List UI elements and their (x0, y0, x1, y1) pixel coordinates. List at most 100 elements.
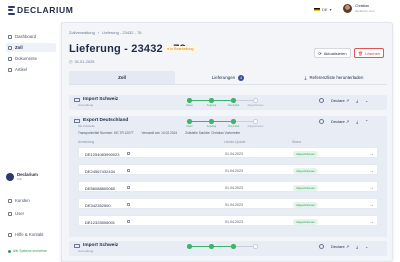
breadcrumb-root[interactable]: Zollverwaltung (69, 30, 95, 35)
shipment-card-import-2[interactable]: Import Schweiz Anmeldung Declare ↗ ⤓ ⌄ (69, 241, 387, 256)
avatar (343, 4, 352, 13)
step-dot (209, 244, 214, 249)
last-update: 01.04.2023 (225, 168, 243, 173)
last-update: 01.04.2023 (225, 185, 243, 190)
step-dot (253, 119, 258, 124)
declare-button[interactable]: Declare ↗ (331, 119, 349, 124)
copy-icon[interactable] (127, 185, 130, 190)
declaration-id: DE342352500 (85, 202, 111, 208)
declare-label: Declare (331, 98, 345, 103)
declaration-id: DE56088800060 (85, 185, 116, 191)
card-header[interactable]: Import Schweiz Anmeldung Daten Angelegt … (69, 95, 387, 108)
progress-line-pending (233, 100, 255, 101)
user-menu[interactable]: Christian declarium.com (343, 4, 375, 13)
card-header[interactable]: Export Deutschland DE Zollstelle Daten A… (69, 116, 387, 129)
user-icon (8, 211, 12, 216)
column-header: Status (292, 140, 302, 144)
download-icon[interactable]: ⤓ (356, 98, 358, 103)
language-switcher[interactable]: DE ▾ (314, 7, 332, 12)
download-icon[interactable]: ⤓ (356, 244, 358, 249)
table-row[interactable]: DE12325506001 01.04.2023 Abgeschlossen → (78, 215, 378, 226)
step-label: Abgeschlossen (247, 124, 264, 128)
declare-button[interactable]: Declare ↗ (331, 244, 349, 249)
system-status: Alle Systeme erreichbar (8, 249, 47, 253)
declaration-id: DE24567432434 (85, 168, 116, 174)
sidebar-item-help[interactable]: Hilfe & Kontakt (6, 230, 56, 239)
step-label: Übermittelt (227, 124, 240, 128)
system-status-label: Alle Systeme erreichbar (13, 249, 47, 253)
sidebar-item-zoll[interactable]: Zoll (6, 43, 56, 52)
sidebar-item-artikel[interactable]: Artikel (6, 65, 56, 74)
clock-icon: ◷ (69, 59, 73, 64)
download-icon[interactable]: ⤓ (356, 119, 358, 124)
copy-icon[interactable] (127, 219, 130, 224)
copy-icon[interactable] (127, 168, 130, 173)
trash-icon: 🗑 (357, 50, 363, 56)
arrow-right-icon[interactable]: → (369, 202, 374, 208)
declaration-id: DE12325506001 (85, 219, 116, 225)
progress-line-pending (233, 121, 255, 122)
customs-icon (8, 45, 12, 50)
status-dot-icon (8, 249, 11, 253)
info-icon[interactable] (319, 244, 324, 249)
customers-icon (8, 198, 12, 203)
logo[interactable]: DECLARIUM (8, 5, 73, 15)
sidebar-item-label: User (15, 211, 25, 216)
sidebar-item-kunden[interactable]: Kunden (6, 196, 56, 205)
logo-text: DECLARIUM (17, 5, 74, 15)
shipment-card-import[interactable]: Import Schweiz Anmeldung Daten Angelegt … (69, 95, 387, 110)
sidebar-item-dashboard[interactable]: Dashboard (6, 32, 56, 41)
progress-steps (185, 244, 258, 252)
status-badge: Abgeschlossen (293, 202, 318, 208)
detail-transport: Transportmittel Nummer: DE-TR 12077 (78, 131, 134, 135)
breadcrumb-separator: › (97, 30, 100, 35)
language-label: DE (322, 7, 328, 12)
refresh-icon: ⟳ (318, 50, 322, 56)
table-row[interactable]: DE1254083990023 01.04.2023 Abgeschlossen… (78, 147, 378, 158)
card-tools: Declare ↗ ⤓ ⌄ (319, 244, 368, 249)
page-date: ◷ 31.01.2025 (69, 59, 95, 64)
tab-zoll[interactable]: Zoll (69, 71, 175, 84)
shipment-panel: Zollverwaltung › Lieferung - 23432 - 78 … (61, 22, 393, 262)
chevron-up-icon[interactable]: ⌃ (365, 119, 368, 124)
info-icon[interactable] (319, 119, 324, 124)
last-update: 01.04.2023 (225, 151, 243, 156)
card-title: Import Schweiz (83, 243, 119, 248)
tab-count-badge: 4 (238, 74, 245, 81)
declare-button[interactable]: Declare ↗ (331, 98, 349, 103)
card-header[interactable]: Import Schweiz Anmeldung Declare ↗ ⤓ ⌄ (69, 241, 387, 254)
table-row[interactable]: DE56088800060 01.04.2023 Abgeschlossen → (78, 181, 378, 192)
card-tools: Declare ↗ ⤓ ⌃ (319, 119, 368, 124)
status-badge-label: In Bearbeitung (170, 47, 194, 51)
sidebar-item-label: Kunden (15, 198, 30, 203)
sidebar-item-dokumente[interactable]: Dokumente (6, 54, 56, 63)
shipment-card-export[interactable]: Export Deutschland DE Zollstelle Daten A… (69, 116, 387, 237)
arrow-right-icon[interactable]: → (369, 168, 374, 174)
delete-button[interactable]: 🗑 Löschen (354, 48, 384, 58)
sidebar-item-user[interactable]: User (6, 209, 56, 218)
arrow-right-icon[interactable]: → (369, 151, 374, 157)
tab-referenzliste[interactable]: ⤓ Referenzliste herunterladen (281, 71, 387, 84)
tenant-switcher[interactable]: Declarium Zoll (6, 172, 38, 181)
step-dot (187, 98, 192, 103)
step-label: Übermittelt (227, 103, 240, 107)
tab-label: Lieferungen (211, 75, 236, 80)
refresh-button[interactable]: ⟳ Aktualisieren (314, 48, 351, 58)
detail-clerk: Zollstelle Sachbe: Christian Vorbereiter (185, 131, 241, 135)
copy-icon[interactable] (127, 151, 130, 156)
progress-steps: Daten Angelegt Übermittelt Abgeschlossen (185, 98, 264, 107)
status-badge: Abgeschlossen (293, 219, 318, 225)
arrow-right-icon[interactable]: → (369, 219, 374, 225)
table-row[interactable]: DE24567432434 01.04.2023 Abgeschlossen → (78, 164, 378, 175)
tab-lieferungen[interactable]: Lieferungen 4 (175, 71, 281, 84)
sidebar-item-label: Dashboard (15, 34, 37, 39)
step-label: Angelegt (206, 124, 217, 128)
table-row[interactable]: DE342352500 01.04.2023 Abgeschlossen → (78, 198, 378, 209)
arrow-right-icon[interactable]: → (369, 185, 374, 191)
copy-icon[interactable] (127, 202, 130, 207)
status-badge: Abgeschlossen (293, 185, 318, 191)
info-icon[interactable] (319, 98, 324, 103)
step-dot (231, 98, 236, 103)
chevron-down-icon[interactable]: ⌄ (365, 98, 368, 103)
chevron-down-icon[interactable]: ⌄ (365, 244, 368, 249)
